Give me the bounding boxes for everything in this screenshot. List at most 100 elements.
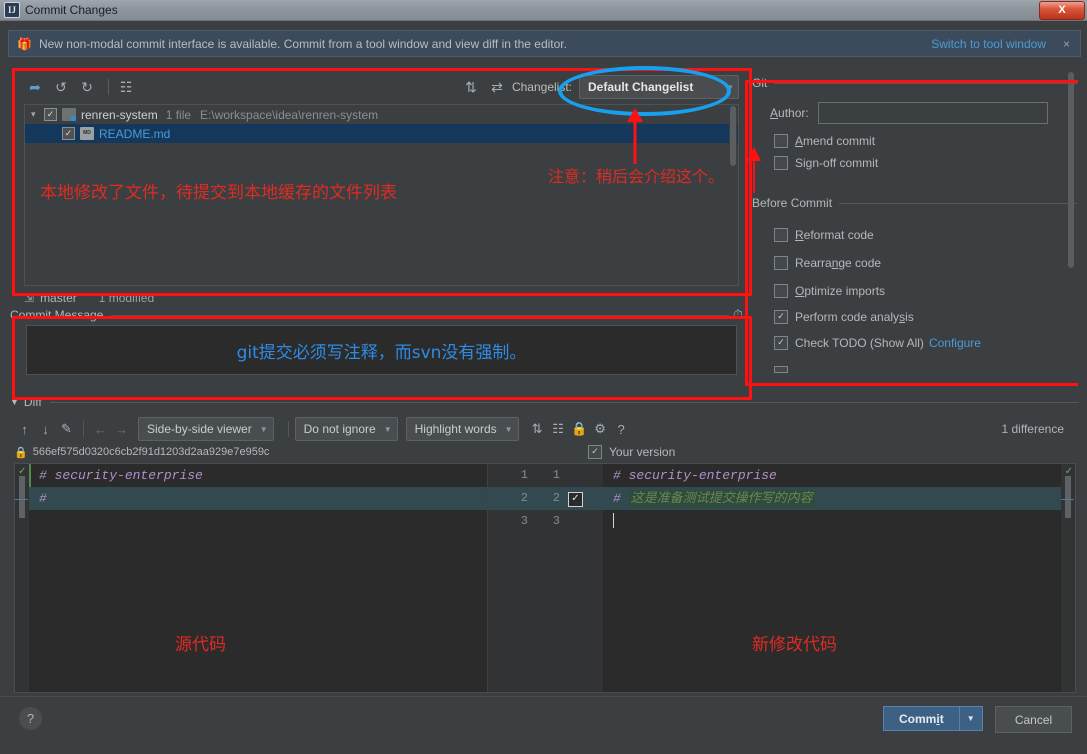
commit-button[interactable]: Comm i t: [883, 706, 959, 731]
arrow-up-icon[interactable]: ↑: [14, 419, 35, 440]
show-whitespace-icon[interactable]: ☷: [548, 419, 569, 440]
help-button[interactable]: ?: [19, 707, 42, 730]
toolbar-separator: [108, 79, 109, 95]
notification-bar: 🎁 New non-modal commit interface is avai…: [8, 30, 1081, 57]
left-line-number: 1: [520, 468, 528, 482]
arrow-down-icon[interactable]: ↓: [35, 419, 56, 440]
notification-close-icon[interactable]: ×: [1063, 37, 1070, 51]
file-checkbox[interactable]: [62, 127, 75, 140]
commit-options-panel: Git Author: Amend commit Sign-off commit…: [752, 72, 1077, 402]
author-field[interactable]: [817, 102, 1048, 124]
clock-history-icon[interactable]: ⏱: [729, 307, 747, 323]
expand-all-icon[interactable]: ⇅: [460, 76, 482, 98]
arrow-right-icon[interactable]: →: [111, 419, 132, 440]
arrow-left-icon[interactable]: ←: [90, 419, 111, 440]
switch-to-tool-window-link[interactable]: Switch to tool window: [931, 37, 1046, 51]
perform-code-analysis-checkbox[interactable]: [774, 310, 788, 324]
ignore-mode-combo[interactable]: Do not ignore ▼: [294, 417, 398, 441]
toolbar-separator: [83, 421, 84, 437]
optimize-imports-row[interactable]: Optimize imports: [774, 280, 1077, 302]
toolbar-separator: [287, 421, 289, 437]
group-by-icon[interactable]: ☷: [115, 76, 137, 98]
changelist-combo[interactable]: Default Changelist ▼: [579, 75, 739, 99]
rearrange-code-row[interactable]: Rearrange code: [774, 252, 1077, 274]
source-code-annotation: 源代码: [175, 635, 226, 655]
left-line-number: 2: [520, 491, 528, 505]
right-line-number: 3: [552, 514, 560, 528]
refresh-icon[interactable]: ↻: [76, 76, 98, 98]
code-line: #: [29, 464, 487, 510]
show-diff-icon[interactable]: ➦: [24, 76, 46, 98]
options-scrollbar-track[interactable]: [1067, 72, 1075, 362]
author-label: Author:: [770, 106, 809, 120]
difference-count: 1 difference: [1001, 422, 1065, 436]
file-list-scrollbar[interactable]: [729, 106, 737, 284]
chevron-down-icon: ▼: [726, 82, 734, 92]
configure-todo-link[interactable]: Configure: [929, 336, 981, 350]
reformat-code-checkbox[interactable]: [774, 228, 788, 242]
cancel-button[interactable]: Cancel: [995, 706, 1072, 733]
author-row: Author:: [770, 102, 1077, 124]
viewer-mode-combo[interactable]: Side-by-side viewer ▼: [138, 417, 274, 441]
question-icon[interactable]: ?: [611, 419, 632, 440]
table-row[interactable]: ▾ renren-system 1 file E:\workspace\idea…: [25, 105, 738, 124]
diff-section-label: Diff: [23, 395, 42, 409]
perform-code-analysis-row[interactable]: Perform code analysis: [774, 306, 1077, 328]
highlight-mode-combo[interactable]: Highlight words ▼: [405, 417, 519, 441]
check-todo-row[interactable]: Check TODO (Show All) Configure: [774, 332, 1077, 354]
changed-files-list[interactable]: ▾ renren-system 1 file E:\workspace\idea…: [24, 104, 739, 286]
git-group-header: Git: [752, 74, 1077, 92]
signoff-commit-row[interactable]: Sign-off commit: [774, 152, 1077, 174]
dialog-scrollbar[interactable]: [1079, 116, 1087, 754]
reformat-code-row[interactable]: Reformat code: [774, 224, 1077, 246]
chevron-down-icon[interactable]: ▼: [10, 397, 19, 407]
collapse-unchanged-icon[interactable]: ⇅: [527, 419, 548, 440]
your-version-checkbox[interactable]: [588, 445, 602, 459]
left-diff-gutter[interactable]: ✓: [15, 464, 29, 692]
commit-dropdown-arrow-icon[interactable]: ▼: [958, 706, 983, 731]
diff-viewer[interactable]: ✓ # security-enterprise # 1 1 2 2 ✓ 3 3 …: [14, 463, 1076, 693]
accept-change-checkbox[interactable]: ✓: [568, 492, 583, 507]
chevron-down-icon: ▼: [259, 424, 268, 434]
diff-revision-row: 🔒 566ef575d0320c6cb2f91d1203d2aa929e7e95…: [14, 442, 1074, 462]
gear-icon[interactable]: ⚙: [590, 419, 611, 440]
file-name: README.md: [99, 126, 171, 141]
highlight-mode-value: Highlight words: [414, 422, 497, 436]
lock-icon: 🔒: [14, 446, 28, 459]
partially-hidden-option-row[interactable]: [774, 358, 1077, 380]
diff-line-number-column: 1 1 2 2 ✓ 3 3: [487, 464, 603, 692]
collapse-all-icon[interactable]: ⇄: [486, 76, 508, 98]
right-line-2-inserted-text: 这是准备测试提交操作写的内容: [628, 490, 815, 507]
commit-message-input[interactable]: git提交必须写注释，而svn没有强制。: [26, 325, 737, 375]
diff-section-header[interactable]: ▼ Diff: [10, 394, 1079, 410]
left-code-pane[interactable]: # security-enterprise #: [29, 464, 487, 692]
right-revision-label-group: Your version: [588, 445, 675, 459]
chevron-down-icon[interactable]: ▾: [31, 109, 44, 120]
right-code-pane[interactable]: # security-enterprise # 这是准备测试提交操作写的内容: [603, 464, 1061, 692]
pencil-icon[interactable]: ✎: [56, 419, 77, 440]
amend-commit-row[interactable]: Amend commit: [774, 130, 1077, 152]
close-icon[interactable]: X: [1039, 1, 1085, 20]
right-scroll-thumb[interactable]: [1065, 476, 1071, 518]
hidden-option-checkbox[interactable]: [774, 365, 788, 373]
git-group-label: Git: [752, 76, 768, 90]
read-only-lock-icon[interactable]: 🔒: [569, 419, 590, 440]
amend-commit-checkbox[interactable]: [774, 134, 788, 148]
commit-button-group[interactable]: Comm i t ▼: [883, 706, 983, 731]
optimize-imports-checkbox[interactable]: [774, 284, 788, 298]
right-diff-gutter[interactable]: ✓: [1061, 464, 1075, 692]
check-todo-checkbox[interactable]: [774, 336, 788, 350]
your-version-label: Your version: [609, 445, 676, 459]
changes-panel: ➦ ↺ ↻ ☷ ⇅ ⇄ Changelist: Default Changeli…: [10, 72, 747, 305]
dialog-footer: ? Comm i t ▼ Cancel: [0, 696, 1087, 744]
rearrange-code-checkbox[interactable]: [774, 256, 788, 270]
perform-code-analysis-label: Perform code analysis: [795, 310, 914, 324]
signoff-commit-checkbox[interactable]: [774, 156, 788, 170]
folder-checkbox[interactable]: [44, 108, 57, 121]
left-scroll-thumb[interactable]: [19, 476, 25, 518]
window-title-bar: IJ Commit Changes X: [0, 0, 1087, 21]
table-row[interactable]: MD README.md: [25, 124, 738, 143]
revert-icon[interactable]: ↺: [50, 76, 72, 98]
file-count: 1 file: [165, 107, 192, 122]
